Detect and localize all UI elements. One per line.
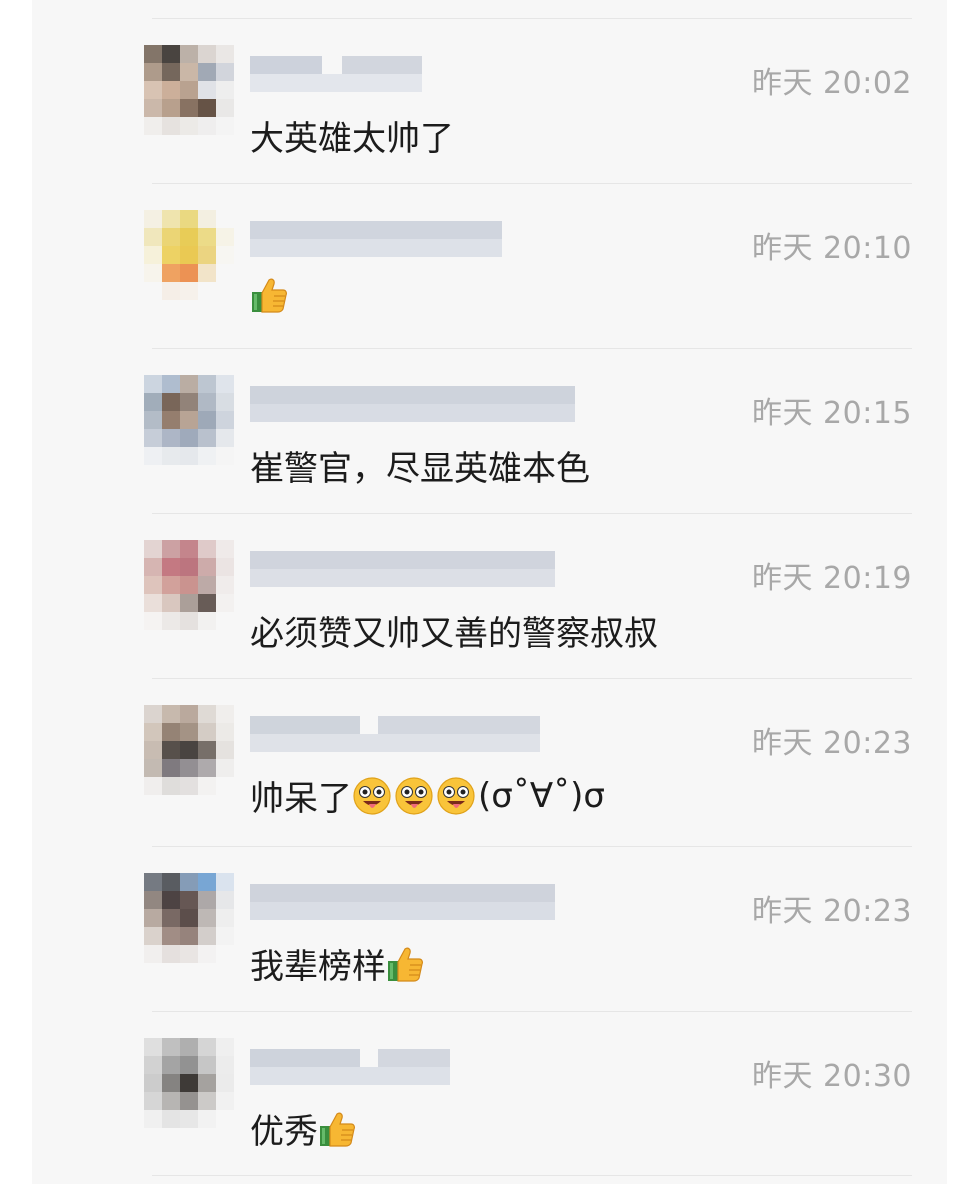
comment-text-content: 必须赞又帅又善的警察叔叔 xyxy=(250,614,658,654)
comment-text-content: 帅呆了 xyxy=(250,779,352,819)
timestamp: 昨天 20:19 xyxy=(752,561,912,596)
comment-text: 必须赞又帅又善的警察叔叔 xyxy=(250,606,658,655)
comment-text-content: 崔警官，尽显英雄本色 xyxy=(250,449,590,489)
avatar[interactable] xyxy=(144,375,234,465)
avatar[interactable] xyxy=(144,705,234,795)
comment-text: 帅呆了 (σ˚∀˚)σ xyxy=(250,771,605,820)
avatar[interactable] xyxy=(144,1038,234,1128)
comment-item[interactable]: 昨天 20:10 xyxy=(0,183,975,348)
comment-item[interactable]: 昨天 20:30 优秀 xyxy=(0,1011,975,1176)
drooling-face-icon xyxy=(353,776,391,815)
comment-text-content: 我辈榜样 xyxy=(250,947,386,987)
timestamp: 昨天 20:02 xyxy=(752,66,912,101)
comment-item[interactable]: 昨天 20:15 崔警官，尽显英雄本色 xyxy=(0,348,975,513)
kaomoji: (σ˚∀˚)σ xyxy=(478,775,605,816)
comment-text xyxy=(250,276,288,314)
thumbs-up-icon xyxy=(252,278,287,313)
comment-item[interactable]: 昨天 20:23 帅呆了 (σ˚∀˚)σ xyxy=(0,678,975,843)
drooling-face-icon xyxy=(437,776,475,815)
comment-item[interactable]: 昨天 20:19 必须赞又帅又善的警察叔叔 xyxy=(0,513,975,678)
avatar[interactable] xyxy=(144,45,234,135)
comment-text: 优秀 xyxy=(250,1104,356,1153)
timestamp: 昨天 20:23 xyxy=(752,726,912,761)
thumbs-up-icon xyxy=(388,947,423,982)
avatar[interactable] xyxy=(144,873,234,963)
comment-item[interactable]: 昨天 20:02 大英雄太帅了 xyxy=(0,18,975,183)
thumbs-up-icon xyxy=(320,1112,355,1147)
timestamp: 昨天 20:10 xyxy=(752,231,912,266)
drooling-face-icon xyxy=(395,776,433,815)
timestamp: 昨天 20:30 xyxy=(752,1059,912,1094)
avatar[interactable] xyxy=(144,540,234,630)
comment-text: 崔警官，尽显英雄本色 xyxy=(250,441,590,490)
comment-item[interactable]: 昨天 20:23 我辈榜样 xyxy=(0,846,975,1011)
timestamp: 昨天 20:15 xyxy=(752,396,912,431)
comment-text-content: 优秀 xyxy=(250,1112,318,1152)
comment-text: 我辈榜样 xyxy=(250,939,424,988)
timestamp: 昨天 20:23 xyxy=(752,894,912,929)
comment-text: 大英雄太帅了 xyxy=(250,111,454,160)
avatar[interactable] xyxy=(144,210,234,300)
comment-text-content: 大英雄太帅了 xyxy=(250,119,454,159)
